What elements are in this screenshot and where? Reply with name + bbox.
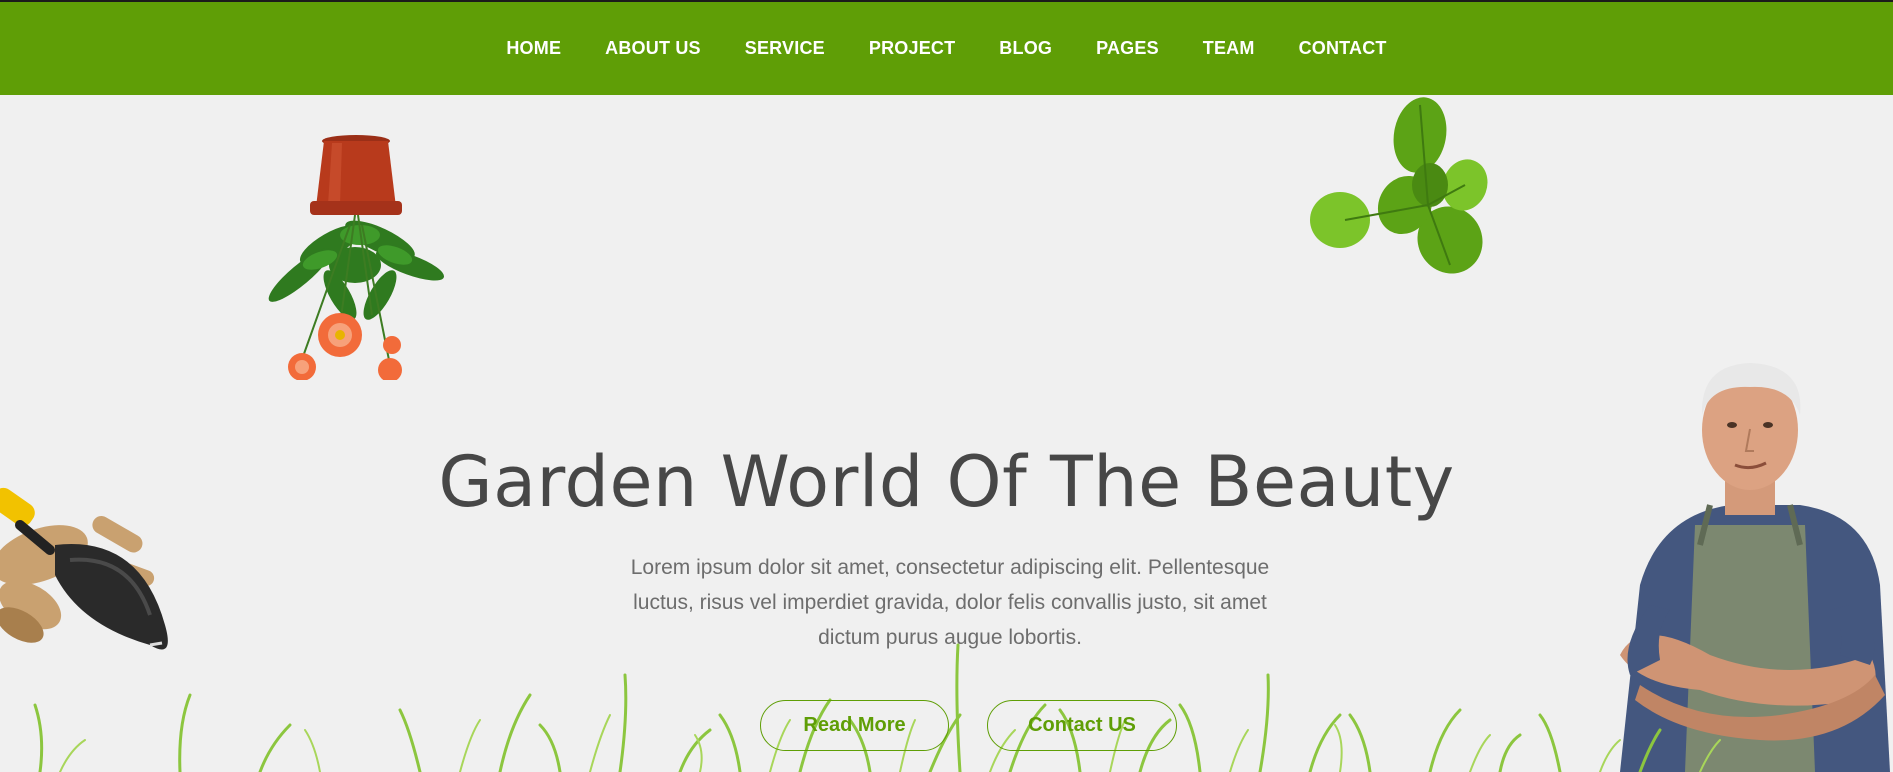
read-more-button[interactable]: Read More [760,700,949,751]
grass-illustration [33,643,1721,772]
nav-pages[interactable]: PAGES [1096,38,1159,59]
hero-title: Garden World Of The Beauty [438,441,1455,523]
top-navigation-bar: HOME ABOUT US SERVICE PROJECT BLOG PAGES… [0,0,1893,95]
hero-description: Lorem ipsum dolor sit amet, consectetur … [630,556,1270,649]
hero-section: Garden World Of The Beauty Lorem ipsum d… [0,95,1893,772]
contact-us-button[interactable]: Contact US [987,700,1177,751]
nav-project[interactable]: PROJECT [869,38,955,59]
main-nav: HOME ABOUT US SERVICE PROJECT BLOG PAGES… [0,2,1893,95]
nav-team[interactable]: TEAM [1203,38,1255,59]
flower-pot-illustration [268,135,445,380]
leaves-illustration [1310,97,1488,274]
nav-contact[interactable]: CONTACT [1299,38,1387,59]
nav-blog[interactable]: BLOG [999,38,1052,59]
nav-about-us[interactable]: ABOUT US [605,38,701,59]
nav-home[interactable]: HOME [506,38,561,59]
nav-service[interactable]: SERVICE [745,38,825,59]
